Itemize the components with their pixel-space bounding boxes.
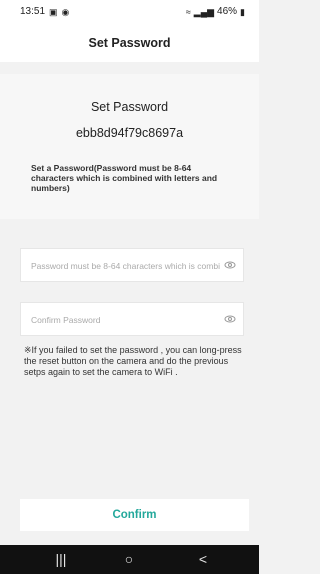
page-title: Set Password [88, 36, 171, 50]
status-time: 13:51 [20, 6, 46, 17]
recent-apps-button[interactable]: ||| [46, 552, 76, 566]
signal-icon: ▂▄▆ [193, 6, 215, 17]
nav-bar: Set Password [0, 24, 259, 62]
eye-icon[interactable] [224, 314, 236, 324]
wifi-calling-icon: ≈ [185, 6, 191, 17]
device-id: ebb8d94f79c8697a [75, 126, 184, 140]
status-left: 13:51 ▣ ◉ [20, 6, 69, 17]
status-bar: 13:51 ▣ ◉ ≈ ▂▄▆ 46% ▮ [0, 0, 259, 24]
confirm-button[interactable]: Confirm [20, 499, 249, 531]
home-button[interactable]: ○ [114, 552, 144, 566]
battery-percent: 46% [217, 6, 238, 17]
form-heading: Set Password [90, 100, 169, 114]
system-navigation-bar: ||| ○ < [0, 545, 259, 574]
confirm-password-input[interactable] [29, 303, 223, 337]
location-icon: ◉ [61, 6, 70, 17]
password-field[interactable] [20, 248, 244, 283]
back-button[interactable]: < [188, 552, 218, 566]
status-right: ≈ ▂▄▆ 46% ▮ [186, 6, 245, 17]
heading-section [0, 74, 259, 219]
gallery-icon: ▣ [49, 6, 58, 17]
reset-note: ※If you failed to set the password , you… [24, 345, 242, 377]
password-instruction: Set a Password(Password must be 8-64 cha… [31, 163, 218, 193]
password-input[interactable] [29, 249, 223, 283]
confirm-password-field[interactable] [20, 302, 244, 337]
eye-icon[interactable] [224, 260, 236, 270]
battery-icon: ▮ [240, 6, 245, 17]
